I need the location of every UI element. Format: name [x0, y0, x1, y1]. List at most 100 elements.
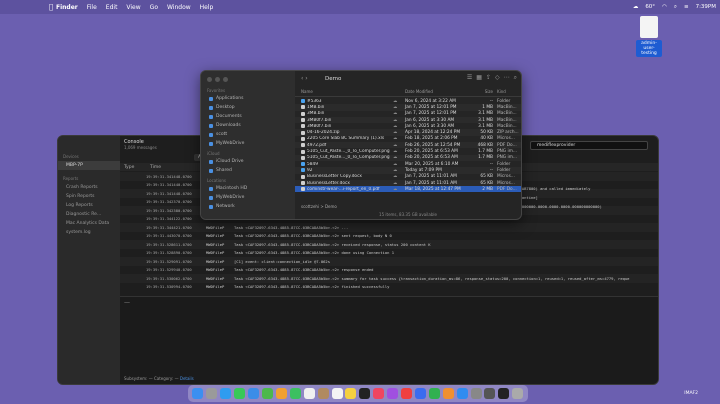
reminders-icon[interactable]: [331, 388, 343, 399]
group-icon[interactable]: ▦: [476, 74, 482, 82]
appstore-icon[interactable]: [456, 388, 468, 399]
sidebar-item-diagnostic-reports[interactable]: Diagnostic Re...: [58, 210, 120, 219]
file-row[interactable]: 5105_Cut_Paste..._0_To_Computer.png ☁ Feb …: [295, 154, 521, 161]
pages-icon[interactable]: [442, 388, 454, 399]
notes-icon[interactable]: [345, 388, 357, 399]
contacts-icon[interactable]: [317, 388, 329, 399]
device-item[interactable]: MBP-7P: [58, 161, 120, 170]
file-row[interactable]: 3MB0f7.bin ☁ Jan 6, 2025 at 3:30 AM 3.1 MB M…: [295, 116, 521, 124]
view-list-icon[interactable]: ☰: [467, 74, 472, 82]
file-row[interactable]: 2205 Core Slab BC Summary (1).xls ☁ Feb 18…: [295, 136, 521, 142]
sidebar-item-log-reports[interactable]: Log Reports: [58, 201, 120, 210]
favorites-item[interactable]: MyWebDrive: [201, 139, 295, 148]
file-row[interactable]: BusinessLetter.docx ☁ Jan 7, 2025 at 11:01…: [295, 179, 521, 187]
location-item[interactable]: MyWebDrive: [201, 193, 295, 202]
console-search-input[interactable]: mediflexprovider: [530, 141, 648, 150]
zoom-window-icon[interactable]: [223, 77, 228, 82]
podcasts-icon[interactable]: [387, 388, 399, 399]
menu-app-name[interactable]: Finder: [56, 4, 78, 11]
sidebar-item-analytics[interactable]: Mac Analytics Data: [58, 219, 120, 228]
file-row[interactable]: 5105_Cut_Paste..._0_To_Computer.png ☁ Feb …: [295, 148, 521, 154]
sidebar-item-crash-reports[interactable]: Crash Reports: [58, 183, 120, 192]
console-icon[interactable]: [484, 388, 496, 399]
news-icon[interactable]: [401, 388, 413, 399]
finder-icon[interactable]: [192, 388, 204, 399]
col-time[interactable]: Time: [150, 165, 161, 170]
menu-view[interactable]: View: [126, 4, 140, 11]
file-row[interactable]: 3MB.bin ☁ Jan 7, 2025 at 12:01 PM 3.1 MB Mac…: [295, 111, 521, 117]
path-bar[interactable]: scottzehi > Demo: [295, 204, 521, 210]
file-row[interactable]: 92 ☁ Today at 7:09 PM -- Folder: [295, 167, 521, 174]
photos-icon[interactable]: [275, 388, 287, 399]
messages-icon[interactable]: [234, 388, 246, 399]
table-row[interactable]: 19:39:31.528890-0700 MWDFileP Task <CAF320…: [120, 249, 658, 258]
facetime-icon[interactable]: [289, 388, 301, 399]
control-center-icon[interactable]: ≡: [684, 4, 689, 10]
tv-icon[interactable]: [359, 388, 371, 399]
battery-status[interactable]: 60°: [645, 4, 655, 10]
menu-go[interactable]: Go: [150, 4, 158, 11]
more-icon[interactable]: ⋯: [504, 74, 510, 82]
keynote-icon[interactable]: [414, 388, 426, 399]
terminal-icon[interactable]: [498, 388, 510, 399]
col-date[interactable]: Date Modified: [405, 89, 469, 96]
file-row[interactable]: 5849 ☁ Mar 20, 2025 at 6:10 AM -- Folder: [295, 161, 521, 167]
location-item[interactable]: Macintosh HD: [201, 184, 295, 193]
col-name[interactable]: Name: [295, 89, 393, 96]
favorites-item[interactable]: Desktop: [201, 103, 295, 112]
menu-file[interactable]: File: [87, 4, 97, 11]
tag-icon[interactable]: ◇: [495, 74, 500, 82]
icloud-item[interactable]: iCloud Drive: [201, 157, 295, 166]
settings-icon[interactable]: [470, 388, 482, 399]
file-row[interactable]: 1MB.bin ☁ Jan 7, 2025 at 12:01 PM 1 MB MacBi…: [295, 104, 521, 111]
file-row[interactable]: #5363 ☁ Nov 6, 2024 at 3:22 AM -- Folder: [295, 98, 521, 104]
safari-icon[interactable]: [220, 388, 232, 399]
file-row[interactable]: BusinessLetter Copy.docx ☁ Jan 7, 2025 at …: [295, 174, 521, 180]
numbers-icon[interactable]: [428, 388, 440, 399]
details-link[interactable]: Details: [180, 376, 194, 381]
wifi-icon[interactable]: ◠: [662, 4, 667, 10]
col-kind[interactable]: Kind: [497, 89, 506, 96]
menu-edit[interactable]: Edit: [106, 4, 118, 11]
trash-icon[interactable]: [512, 388, 524, 399]
calendar-icon[interactable]: [303, 388, 315, 399]
share-icon[interactable]: ⇪: [486, 74, 491, 82]
table-row[interactable]: 19:39:31.530062-0700 MWDFileP Task <CAF320…: [120, 274, 658, 283]
favorites-item[interactable]: Applications: [201, 94, 295, 103]
table-row[interactable]: 19:39:31.529940-0700 MWDFileP Task <CAF320…: [120, 266, 658, 275]
back-forward-icon[interactable]: ‹ ›: [301, 75, 308, 82]
launchpad-icon[interactable]: [206, 388, 218, 399]
favorites-item[interactable]: Documents: [201, 112, 295, 121]
clock[interactable]: 7:39PM: [696, 4, 716, 10]
table-row[interactable]: 19:39:31.530994-0700 MWDFileP Task <CAF320…: [120, 283, 658, 292]
table-row[interactable]: 19:39:31.443070-0700 MWDFileP Task <CAF320…: [120, 232, 658, 241]
sidebar-item-spin-reports[interactable]: Spin Reports: [58, 192, 120, 201]
mail-icon[interactable]: [248, 388, 260, 399]
menu-window[interactable]: Window: [167, 4, 191, 11]
search-icon[interactable]: ⌕: [674, 4, 677, 11]
table-row[interactable]: 19:39:31.528611-0700 MWDFileP Task <CAF320…: [120, 240, 658, 249]
file-row[interactable]: cominstr-wear-...i-report_en_0.pdf ☁ Mar 1…: [295, 186, 521, 193]
close-window-icon[interactable]: [207, 77, 212, 82]
folder-icon: [209, 141, 213, 146]
col-type[interactable]: Type: [120, 165, 150, 170]
minimize-window-icon[interactable]: [215, 77, 220, 82]
maps-icon[interactable]: [261, 388, 273, 399]
file-row[interactable]: 04-16-2024.zip ☁ Apr 18, 2024 at 12:24 PM 5…: [295, 129, 521, 136]
location-item[interactable]: Network: [201, 202, 295, 211]
file-row[interactable]: 3MB0f7.bin ☁ Jan 6, 2025 at 3:30 AM 3.1 MB M…: [295, 123, 521, 129]
table-row[interactable]: 19:39:31.529091-0700 MWDFileP [C1] event: …: [120, 257, 658, 266]
favorites-item[interactable]: scott: [201, 130, 295, 139]
file-row[interactable]: 4972.pdf ☁ Feb 26, 2025 at 12:54 PM 468 KB P…: [295, 142, 521, 149]
col-size[interactable]: Size: [469, 89, 497, 96]
sidebar-item-system-log[interactable]: system.log: [58, 228, 120, 237]
music-icon[interactable]: [373, 388, 385, 399]
favorites-item[interactable]: Downloads: [201, 121, 295, 130]
table-row[interactable]: 19:39:31.344421-0700 MWDFileP Task <CAF320…: [120, 223, 658, 232]
desktop-file-icon[interactable]: admin-user-testing: [636, 16, 662, 57]
weather-icon[interactable]: ☁: [633, 4, 639, 10]
menu-help[interactable]: Help: [200, 4, 214, 11]
search-icon[interactable]: ⌕: [514, 74, 517, 82]
apple-menu-icon[interactable]: : [46, 3, 56, 11]
icloud-item[interactable]: Shared: [201, 166, 295, 175]
